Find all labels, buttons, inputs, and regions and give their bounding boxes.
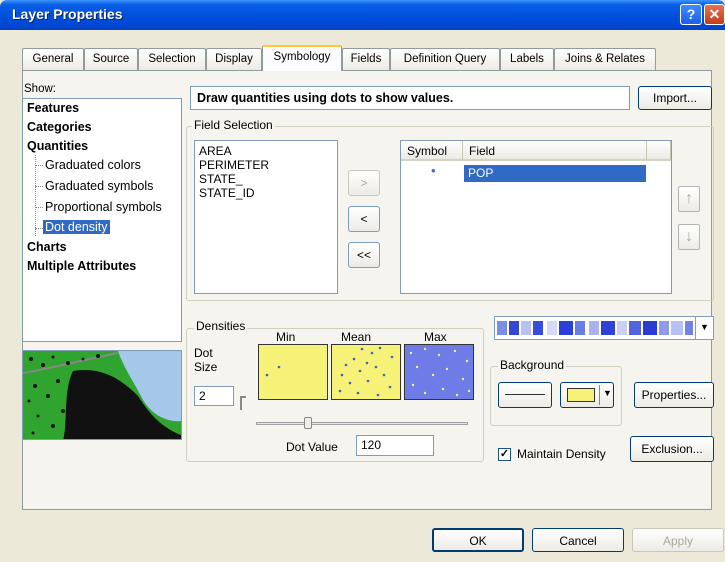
dot-value-slider-track[interactable] bbox=[256, 422, 468, 425]
tab-display[interactable]: Display bbox=[206, 48, 262, 70]
available-field-item[interactable]: STATE_ bbox=[199, 172, 243, 186]
window-title: Layer Properties bbox=[12, 6, 123, 22]
map-preview bbox=[22, 350, 182, 440]
chevron-down-icon[interactable]: ▼ bbox=[695, 317, 713, 339]
tree-connector bbox=[35, 165, 43, 166]
max-density-swatch[interactable] bbox=[404, 344, 474, 400]
tab-selection[interactable]: Selection bbox=[138, 48, 206, 70]
properties-button[interactable]: Properties... bbox=[634, 382, 714, 408]
tree-connector bbox=[35, 207, 43, 208]
field-selection-label: Field Selection bbox=[192, 118, 275, 132]
dot-value-input[interactable]: 120 bbox=[356, 435, 434, 456]
show-tree[interactable]: Features Categories Quantities Graduated… bbox=[22, 98, 182, 342]
tree-charts[interactable]: Charts bbox=[27, 240, 67, 254]
outline-line-icon bbox=[505, 394, 545, 395]
available-fields-list[interactable]: AREA PERIMETER STATE_ STATE_ID bbox=[194, 140, 338, 294]
tree-multiple-attributes[interactable]: Multiple Attributes bbox=[27, 259, 136, 273]
dot-value-label: Dot Value bbox=[286, 440, 338, 454]
column-header-blank bbox=[647, 141, 671, 161]
available-field-item[interactable]: AREA bbox=[199, 144, 232, 158]
mean-density-swatch[interactable] bbox=[331, 344, 401, 400]
tree-quantities[interactable]: Quantities bbox=[27, 139, 88, 153]
chevron-down-icon: ▼ bbox=[603, 388, 612, 398]
column-header-symbol[interactable]: Symbol bbox=[401, 141, 463, 161]
tree-graduated-colors[interactable]: Graduated colors bbox=[45, 158, 141, 172]
background-label: Background bbox=[498, 358, 567, 372]
background-outline-button[interactable] bbox=[498, 382, 552, 408]
maintain-density-label: Maintain Density bbox=[517, 447, 606, 461]
tab-definition-query[interactable]: Definition Query bbox=[390, 48, 500, 70]
min-density-swatch[interactable] bbox=[258, 344, 328, 400]
tab-joins-relates[interactable]: Joins & Relates bbox=[554, 48, 656, 70]
tree-connector bbox=[35, 228, 43, 229]
apply-button[interactable]: Apply bbox=[632, 528, 724, 552]
move-right-button[interactable]: > bbox=[348, 170, 380, 196]
help-button[interactable]: ? bbox=[680, 4, 702, 25]
split-divider bbox=[599, 385, 600, 405]
tree-categories[interactable]: Categories bbox=[27, 120, 92, 134]
tab-source[interactable]: Source bbox=[84, 48, 138, 70]
cancel-button[interactable]: Cancel bbox=[532, 528, 624, 552]
ok-button[interactable]: OK bbox=[432, 528, 524, 552]
move-all-left-button[interactable]: << bbox=[348, 242, 380, 268]
column-header-field[interactable]: Field bbox=[463, 141, 647, 161]
show-label: Show: bbox=[24, 83, 56, 95]
move-down-button[interactable]: ↓ bbox=[678, 224, 700, 250]
available-field-item[interactable]: PERIMETER bbox=[199, 158, 269, 172]
mean-label: Mean bbox=[341, 330, 372, 344]
tree-dot-density[interactable]: Dot density bbox=[43, 220, 110, 234]
fill-color-swatch bbox=[567, 388, 595, 402]
tab-fields[interactable]: Fields bbox=[342, 48, 390, 70]
color-ramp-preview bbox=[497, 321, 693, 335]
tree-connector bbox=[35, 155, 36, 236]
import-button[interactable]: Import... bbox=[638, 86, 712, 110]
available-field-item[interactable]: STATE_ID bbox=[199, 186, 255, 200]
tree-graduated-symbols[interactable]: Graduated symbols bbox=[45, 179, 153, 193]
dot-value-slider-thumb[interactable] bbox=[304, 417, 312, 429]
close-button[interactable]: ✕ bbox=[704, 4, 725, 25]
selected-field-row[interactable]: POP bbox=[464, 165, 646, 182]
min-label: Min bbox=[276, 330, 296, 344]
tree-proportional-symbols[interactable]: Proportional symbols bbox=[45, 200, 162, 214]
max-label: Max bbox=[424, 330, 447, 344]
exclusion-button[interactable]: Exclusion... bbox=[630, 436, 714, 462]
tree-connector bbox=[35, 186, 43, 187]
tab-general[interactable]: General bbox=[22, 48, 84, 70]
background-fill-button[interactable]: ▼ bbox=[560, 382, 614, 408]
dot-size-input[interactable]: 2 bbox=[194, 386, 234, 406]
renderer-description: Draw quantities using dots to show value… bbox=[190, 86, 630, 110]
tab-labels[interactable]: Labels bbox=[500, 48, 554, 70]
max-density-dots bbox=[409, 347, 471, 397]
maintain-density-checkbox[interactable]: ✓ bbox=[498, 448, 511, 461]
dot-size-slider[interactable] bbox=[240, 396, 246, 410]
selected-fields-list[interactable]: Symbol Field • POP bbox=[400, 140, 672, 294]
move-left-button[interactable]: < bbox=[348, 206, 380, 232]
tab-symbology[interactable]: Symbology bbox=[262, 45, 342, 71]
field-symbol-dot: • bbox=[431, 163, 436, 178]
min-density-dots bbox=[265, 365, 281, 377]
down-arrow-icon: ↓ bbox=[685, 228, 693, 245]
map-preview-image bbox=[23, 351, 181, 439]
color-ramp-dropdown[interactable]: ▼ bbox=[494, 316, 714, 340]
dot-size-label: Dot Size bbox=[194, 346, 218, 374]
densities-label: Densities bbox=[194, 319, 248, 333]
tree-features[interactable]: Features bbox=[27, 101, 79, 115]
move-up-button[interactable]: ↑ bbox=[678, 186, 700, 212]
up-arrow-icon: ↑ bbox=[685, 190, 693, 207]
mean-density-dots bbox=[338, 346, 394, 397]
